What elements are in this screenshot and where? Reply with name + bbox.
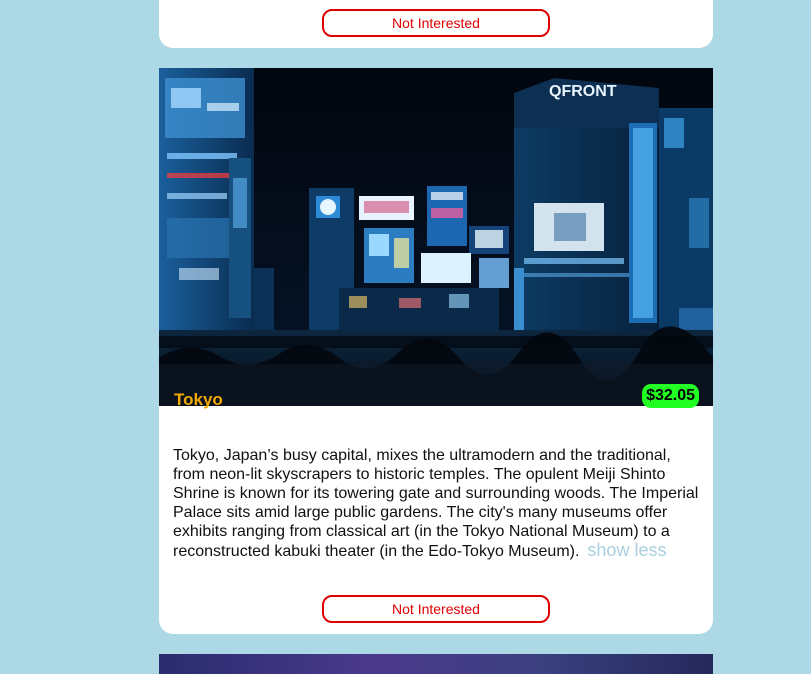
destination-description: Tokyo, Japan’s busy capital, mixes the u… (173, 446, 703, 561)
destination-image: QFRONT (159, 68, 713, 406)
destination-card-tokyo: QFRONT Tokyo $32.05 Tokyo, Japan’s busy … (159, 68, 713, 634)
not-interested-button[interactable]: Not Interested (322, 595, 550, 623)
city-name: Tokyo (174, 390, 223, 409)
price-badge: $32.05 (642, 384, 699, 408)
qfront-sign-text: QFRONT (549, 83, 617, 100)
destination-card-previous: Not Interested (159, 0, 713, 48)
not-interested-button[interactable]: Not Interested (322, 9, 550, 37)
show-less-link[interactable]: show less (587, 540, 666, 560)
destination-card-next-image (159, 654, 713, 674)
